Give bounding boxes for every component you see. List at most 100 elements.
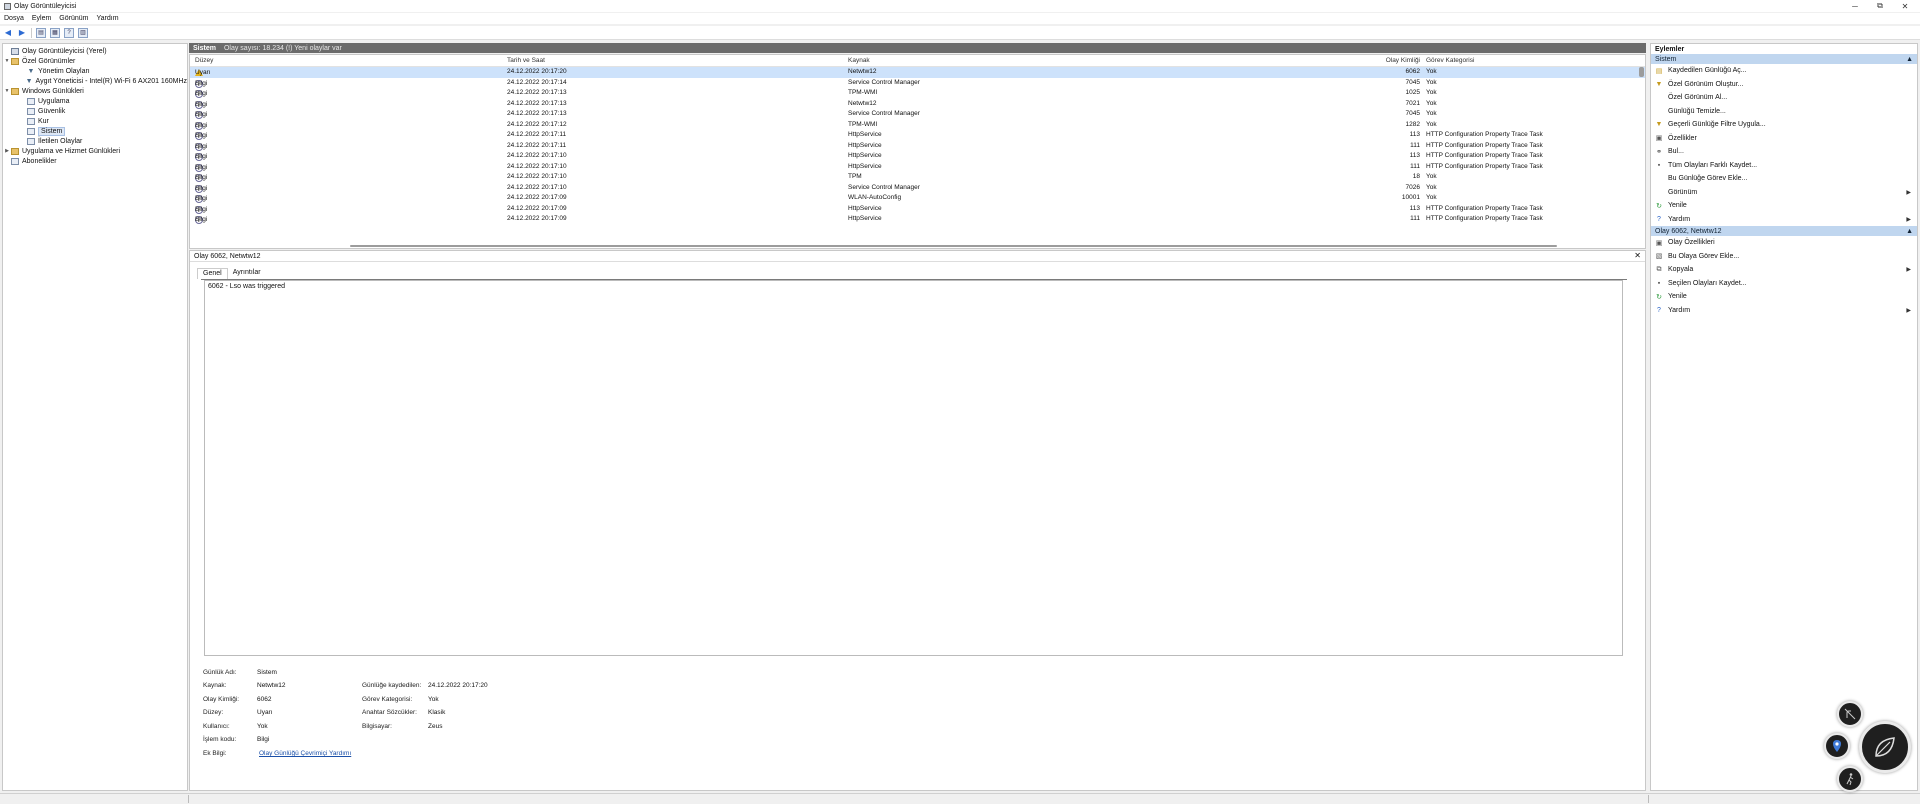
forward-arrow-icon[interactable]: ▶ (17, 28, 27, 38)
column-date[interactable]: Tarih ve Saat (507, 57, 545, 64)
table-row[interactable]: i Bilgi 24.12.2022 20:17:12 TPM-WMI 1282 Yok (190, 120, 1645, 131)
table-row[interactable]: i Bilgi 24.12.2022 20:17:11 HttpService 113 H… (190, 130, 1645, 141)
event-description[interactable]: 6062 - Lso was triggered (204, 280, 1623, 656)
menu-view[interactable]: Görünüm (59, 15, 88, 22)
action-label: Özel Görünüm Al... (1668, 94, 1728, 102)
label-user: Kullanıcı: (203, 723, 230, 730)
task-icon: ▧ (1655, 253, 1663, 261)
vertical-scrollbar[interactable] (1639, 67, 1644, 77)
close-icon[interactable]: ✕ (1634, 251, 1641, 260)
action-item[interactable]: ▤ Kaydedilen Günlüğü Aç... (1651, 64, 1917, 78)
menu-action[interactable]: Eylem (32, 15, 51, 22)
action-item[interactable]: Görünüm ▶ (1651, 186, 1917, 200)
collapse-icon[interactable]: ▲ (1906, 56, 1913, 63)
tree-item-windows-logs[interactable]: ▼ Windows Günlükleri (3, 86, 187, 96)
close-button[interactable]: ✕ (1893, 0, 1917, 12)
menu-file[interactable]: Dosya (4, 15, 24, 22)
cell-date: 24.12.2022 20:17:13 (507, 110, 567, 117)
event-viewer-window: Olay Görüntüleyicisi ─ ⧉ ✕ Dosya Eylem G… (0, 0, 1920, 804)
tree-item-system[interactable]: Sistem (3, 126, 187, 136)
menu-help[interactable]: Yardım (96, 15, 118, 22)
tab-general[interactable]: Genel (197, 268, 228, 279)
column-task-category[interactable]: Görev Kategorisi (1426, 57, 1474, 64)
action-item[interactable]: Günlüğü Temizle... (1651, 105, 1917, 119)
actions-section-system[interactable]: Sistem ▲ (1651, 54, 1917, 64)
tree-item-application[interactable]: Uygulama (3, 96, 187, 106)
table-row[interactable]: i Bilgi 24.12.2022 20:17:10 TPM 18 Yok (190, 172, 1645, 183)
column-source[interactable]: Kaynak (848, 57, 870, 64)
action-item[interactable]: ↻ Yenile (1651, 199, 1917, 213)
maximize-button[interactable]: ⧉ (1868, 0, 1892, 12)
tree-item-device-manager[interactable]: ▼ Aygıt Yöneticisi - Intel(R) Wi-Fi 6 AX… (3, 76, 187, 86)
table-row[interactable]: i Bilgi 24.12.2022 20:17:11 HttpService 111 H… (190, 141, 1645, 152)
leaf-icon[interactable] (1859, 721, 1911, 773)
toolbar-separator (31, 27, 32, 38)
action-item[interactable]: ▪ Tüm Olayları Farklı Kaydet... (1651, 159, 1917, 173)
cell-date: 24.12.2022 20:17:09 (507, 215, 567, 222)
tree-item-admin-events[interactable]: ▼ Yönetim Olayları (3, 66, 187, 76)
log-icon (27, 137, 35, 145)
table-row[interactable]: i Bilgi 24.12.2022 20:17:13 Netwtw12 7021 Yok (190, 99, 1645, 110)
action-item[interactable]: ▣ Olay Özellikleri (1651, 236, 1917, 250)
action-item[interactable]: ▧ Bu Olaya Görev Ekle... (1651, 250, 1917, 264)
tree-item-root[interactable]: Olay Görüntüleyicisi (Yerel) (3, 46, 187, 56)
online-help-link[interactable]: Olay Günlüğü Çevrimiçi Yardımı (259, 750, 351, 757)
table-row[interactable]: i Bilgi 24.12.2022 20:17:13 TPM-WMI 1025 Yok (190, 88, 1645, 99)
tree-item-apps-services[interactable]: ▶ Uygulama ve Hizmet Günlükleri (3, 146, 187, 156)
action-item[interactable]: ▪ Seçilen Olayları Kaydet... (1651, 277, 1917, 291)
cell-source: TPM (848, 173, 862, 180)
table-row[interactable]: i Bilgi 24.12.2022 20:17:10 HttpService 111 H… (190, 162, 1645, 173)
tree-item-custom-views[interactable]: ▼ Özel Görünümler (3, 56, 187, 66)
tree-item-security[interactable]: Güvenlik (3, 106, 187, 116)
action-item[interactable]: ⚭ Bul... (1651, 145, 1917, 159)
action-item[interactable]: ? Yardım ▶ (1651, 213, 1917, 227)
panel-icon[interactable]: ▥ (78, 27, 88, 38)
filter-icon: ▼ (27, 67, 35, 75)
table-row[interactable]: i Bilgi 24.12.2022 20:17:10 Service Control… (190, 183, 1645, 194)
minimize-button[interactable]: ─ (1843, 0, 1867, 12)
table-row[interactable]: i Bilgi 24.12.2022 20:17:10 HttpService 113 H… (190, 151, 1645, 162)
cell-task-category: Yok (1426, 68, 1437, 75)
action-item[interactable]: Bu Günlüğe Görev Ekle... (1651, 172, 1917, 186)
cell-task-category: HTTP Configuration Property Trace Task (1426, 204, 1543, 212)
blank-icon (1655, 175, 1663, 183)
tree-item-subscriptions[interactable]: Abonelikler (3, 156, 187, 166)
cell-source: HttpService (848, 162, 882, 170)
help-icon: ? (1657, 215, 1661, 223)
table-row[interactable]: i Bilgi 24.12.2022 20:17:14 Service Control… (190, 78, 1645, 89)
folder-icon[interactable]: ▤ (36, 27, 46, 38)
cell-level-text: Bilgi (195, 216, 208, 223)
walk-icon[interactable] (1837, 766, 1863, 792)
menu-bar: Dosya Eylem Görünüm Yardım (0, 13, 1920, 24)
table-row[interactable]: i Bilgi 24.12.2022 20:17:09 HttpService 111 H… (190, 214, 1645, 225)
action-item[interactable]: ? Yardım ▶ (1651, 304, 1917, 318)
chevron-down-icon[interactable]: ▼ (3, 58, 11, 64)
chevron-down-icon[interactable]: ▼ (3, 88, 11, 94)
event-rows: Uyarı 24.12.2022 20:17:20 Netwtw12 6062 Yok i… (190, 67, 1645, 225)
column-level[interactable]: Düzey (195, 57, 213, 64)
action-item[interactable]: ▣ Özellikler (1651, 132, 1917, 146)
action-item[interactable]: Özel Görünüm Al... (1651, 91, 1917, 105)
cell-level-text: Bilgi (195, 79, 208, 87)
table-row[interactable]: i Bilgi 24.12.2022 20:17:09 WLAN-AutoConfig… (190, 193, 1645, 204)
action-item[interactable]: ⧉ Kopyala ▶ (1651, 263, 1917, 277)
center-pane: Sistem Olay sayısı: 18.234 (!) Yeni olay… (189, 43, 1646, 791)
table-row[interactable]: Uyarı 24.12.2022 20:17:20 Netwtw12 6062 Yok (190, 67, 1645, 78)
table-row[interactable]: i Bilgi 24.12.2022 20:17:13 Service Control… (190, 109, 1645, 120)
back-arrow-icon[interactable]: ◀ (3, 28, 13, 38)
help-icon[interactable]: ? (64, 27, 74, 38)
tab-details[interactable]: Ayrıntılar (228, 268, 266, 279)
action-item[interactable]: ▼ Özel Görünüm Oluştur... (1651, 78, 1917, 92)
collapse-icon[interactable]: ▲ (1906, 228, 1913, 235)
chevron-right-icon[interactable]: ▶ (3, 148, 11, 154)
map-pin-icon[interactable] (1824, 733, 1850, 759)
grid-icon[interactable]: ▦ (50, 27, 60, 38)
horizontal-scrollbar[interactable] (350, 245, 1557, 247)
no-touch-icon[interactable] (1837, 701, 1863, 727)
action-item[interactable]: ▼ Geçerli Günlüğe Filtre Uygula... (1651, 118, 1917, 132)
tree-item-forwarded-events[interactable]: İletilen Olaylar (3, 136, 187, 146)
table-row[interactable]: i Bilgi 24.12.2022 20:17:09 HttpService 113 H… (190, 204, 1645, 215)
action-item[interactable]: ↻ Yenile (1651, 290, 1917, 304)
actions-section-event[interactable]: Olay 6062, Netwtw12 ▲ (1651, 226, 1917, 236)
tree-item-setup[interactable]: Kur (3, 116, 187, 126)
